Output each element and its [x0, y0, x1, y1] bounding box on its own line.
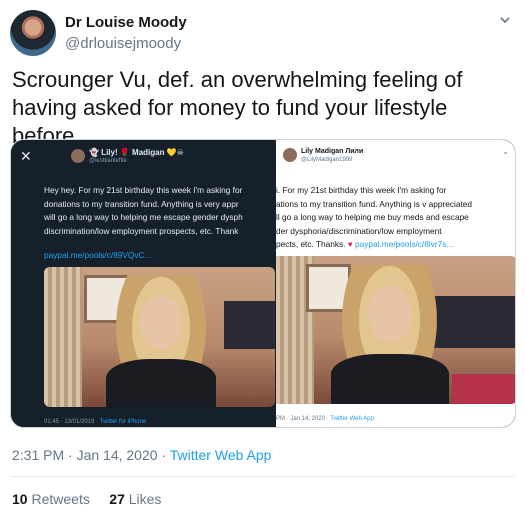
embedded-photo [44, 267, 275, 407]
embedded-link: paypal.me/pools/c/8lvr7s... [355, 239, 454, 249]
chevron-down-icon[interactable] [499, 14, 511, 26]
embedded-handle: @lesbianleftie [89, 158, 127, 164]
avatar[interactable] [10, 10, 56, 56]
embedded-text: Hey hey. For my 21st birthday this week … [44, 185, 243, 236]
embedded-time: PM · Jan 14, 2020 · [276, 416, 329, 422]
embedded-app: Twitter Web App [330, 416, 374, 422]
likes-stat[interactable]: 27 Likes [109, 491, 161, 507]
tweet-media[interactable]: ✕ 👻 Lily! 🌹 Madigan 💛☠ @lesbianleftie He… [10, 139, 516, 428]
tweet-time[interactable]: 2:31 PM · Jan 14, 2020 · [12, 447, 166, 463]
likes-count: 27 [109, 491, 125, 507]
tweet-timestamp: 2:31 PM · Jan 14, 2020 · Twitter Web App [12, 447, 271, 463]
retweets-count: 10 [12, 491, 28, 507]
author-handle[interactable]: @drlouisejmoody [65, 35, 181, 52]
embedded-meta: 01:45 · 13/01/2019 · Twitter for iPhone [44, 419, 146, 425]
embedded-screenshot-light[interactable]: Lily Madigan Лили @LilyMadigan1999 ⌄ i. … [276, 140, 515, 427]
retweets-label: Retweets [31, 491, 90, 507]
tweet-stats: 10 Retweets 27 Likes [12, 491, 161, 507]
embedded-avatar [283, 148, 297, 162]
tweet-source-app[interactable]: Twitter Web App [170, 447, 272, 463]
embedded-name: 👻 Lily! 🌹 Madigan 💛☠ [89, 148, 184, 157]
embedded-screenshot-dark[interactable]: ✕ 👻 Lily! 🌹 Madigan 💛☠ @lesbianleftie He… [11, 140, 275, 427]
author-name[interactable]: Dr Louise Moody [65, 14, 187, 31]
embedded-meta: PM · Jan 14, 2020 · Twitter Web App [276, 416, 374, 422]
divider [10, 476, 515, 477]
retweets-stat[interactable]: 10 Retweets [12, 491, 90, 507]
tweet-header: Dr Louise Moody @drlouisejmoody [10, 8, 515, 56]
likes-label: Likes [128, 491, 162, 507]
embedded-photo [276, 256, 515, 404]
embedded-app: Twitter for iPhone [99, 419, 147, 425]
embedded-handle: @LilyMadigan1999 [301, 157, 353, 163]
tweet-text: Scrounger Vu, def. an overwhelming feeli… [12, 67, 463, 148]
heart-icon: ♥ [347, 239, 353, 249]
chevron-down-icon: ⌄ [502, 147, 509, 156]
embedded-time: 01:45 · 13/01/2019 · [44, 419, 99, 425]
embedded-avatar [71, 149, 85, 163]
embedded-name: Lily Madigan Лили [301, 148, 364, 155]
embedded-text: i. For my 21st birthday this week I'm as… [276, 184, 515, 252]
embedded-link: paypal.me/pools/c/89VQvC... [44, 250, 152, 260]
close-icon[interactable]: ✕ [20, 148, 32, 165]
